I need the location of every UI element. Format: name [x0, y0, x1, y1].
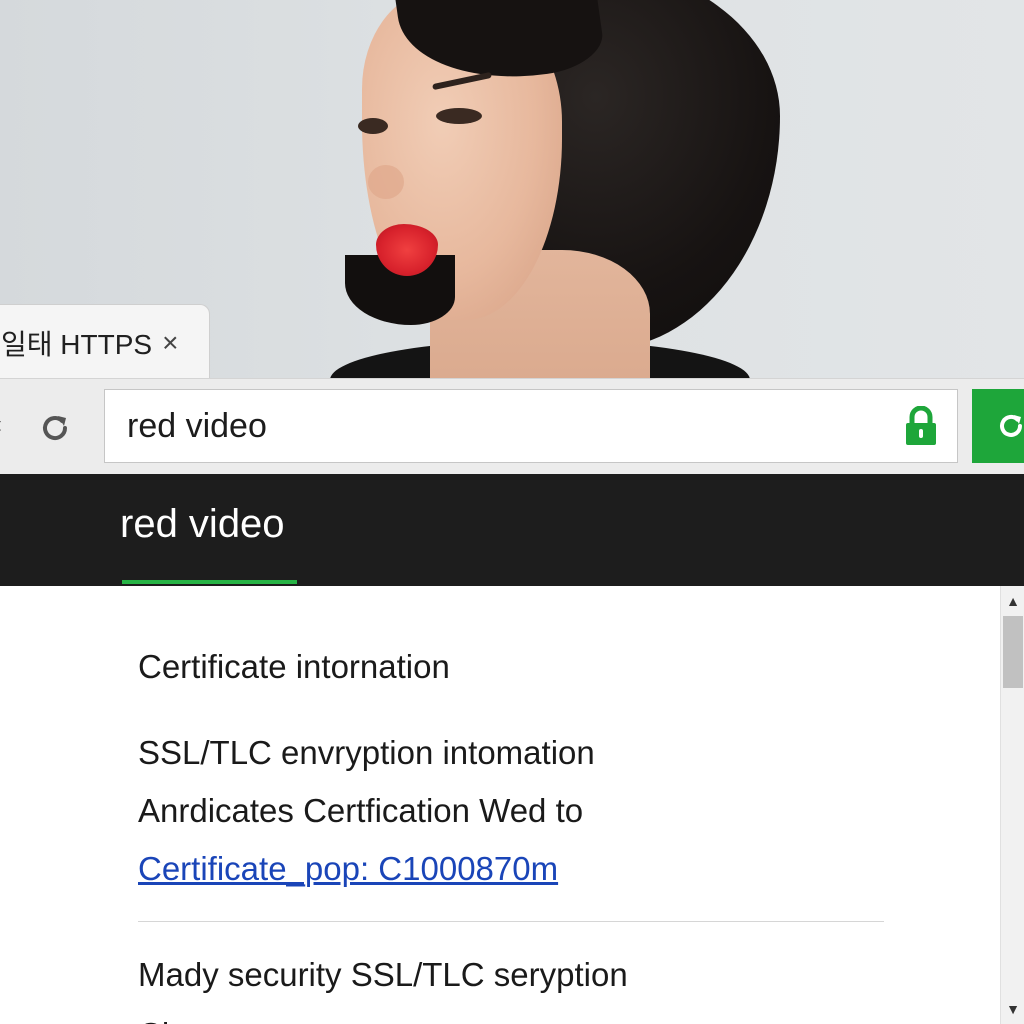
certification-text: Anrdicates Certfication Wed to: [138, 792, 584, 829]
security-text: Mady security SSL/TLC seryption: [138, 956, 628, 993]
section-title: Certificate intornation: [138, 648, 450, 685]
lock-icon[interactable]: [903, 406, 939, 446]
photo-eye: [436, 108, 482, 124]
divider: [138, 921, 884, 922]
back-arrow-icon[interactable]: ‹: [0, 411, 2, 439]
certificate-panel: Certificate intornation SSL/TLC envrypti…: [0, 586, 1000, 1024]
address-bar[interactable]: [104, 389, 958, 463]
reload-button[interactable]: [30, 403, 80, 453]
certificate-link[interactable]: Certificate_pop: C1000870m: [138, 850, 558, 888]
tab-close-icon[interactable]: ×: [162, 327, 178, 359]
encryption-info-text: SSL/TLC envryption intomation: [138, 734, 595, 771]
address-input[interactable]: [127, 390, 887, 462]
photo-nose: [368, 165, 404, 199]
reload-icon: [43, 416, 68, 441]
truncated-text: Cl: [138, 1016, 169, 1024]
browser-tab[interactable]: 일태 HTTPS ×: [0, 304, 210, 380]
scroll-thumb[interactable]: [1003, 616, 1023, 688]
scrollbar[interactable]: ▲ ▼: [1000, 586, 1024, 1024]
scroll-up-icon[interactable]: ▲: [1001, 590, 1024, 612]
header-active-underline: [122, 580, 297, 584]
browser-toolbar: ‹: [0, 378, 1024, 474]
tab-title: 일태 HTTPS: [1, 328, 153, 360]
photo-eye: [358, 118, 388, 134]
go-button[interactable]: [972, 389, 1024, 463]
refresh-icon: [1000, 414, 1022, 437]
header-title: red video: [120, 502, 285, 546]
scroll-down-icon[interactable]: ▼: [1001, 998, 1024, 1020]
site-header: red video: [0, 474, 1024, 586]
